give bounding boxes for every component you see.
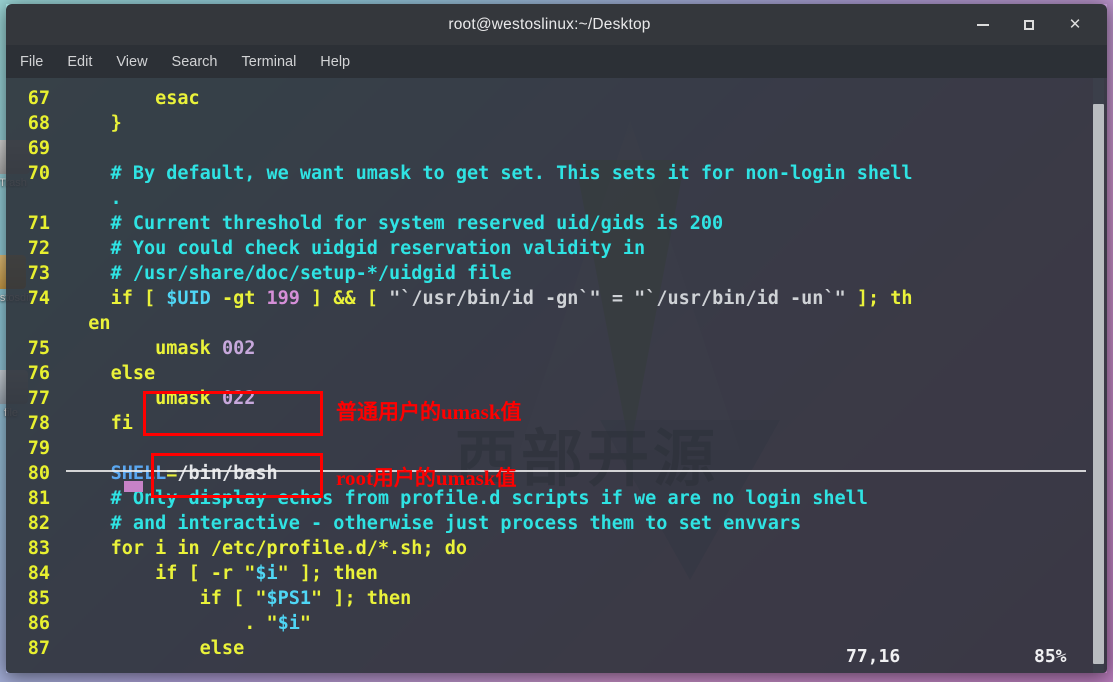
line-number: 71	[27, 213, 50, 234]
line-number: 81	[27, 488, 50, 509]
vim-buffer[interactable]: 67 esac 68 } 69 70 # By default, we want um…	[6, 84, 1107, 661]
line-number: 75	[27, 338, 50, 359]
code-text[interactable]: if [ "$PS1" ]; then	[64, 586, 1107, 611]
terminal-window: root@westoslinux:~/Desktop ✕ File Edit V…	[6, 4, 1107, 673]
terminal-content[interactable]: 67 esac 68 } 69 70 # By default, we want um…	[6, 78, 1107, 673]
annotation-label-root-user: root用户的umask值	[336, 466, 517, 490]
menu-item-terminal[interactable]: Terminal	[242, 54, 297, 70]
code-line[interactable]: 83 for i in /etc/profile.d/*.sh; do	[6, 536, 1107, 561]
window-controls: ✕	[973, 15, 1107, 35]
code-text[interactable]: esac	[64, 86, 1107, 111]
minimize-button[interactable]	[973, 15, 993, 35]
line-number: 80	[27, 463, 50, 484]
code-text[interactable]: umask 002	[64, 336, 1107, 361]
code-line[interactable]: 74 if [ $UID -gt 199 ] && [ "`/usr/bin/i…	[6, 286, 1107, 311]
code-text[interactable]: # By default, we want umask to get set. …	[64, 161, 1107, 186]
cursor-position-indicator: 77,16	[846, 645, 901, 667]
scrollbar-thumb[interactable]	[1093, 104, 1104, 664]
code-text[interactable]: # Only display echos from profile.d scri…	[64, 486, 1107, 511]
line-number: 73	[27, 263, 50, 284]
horizontal-rule	[66, 470, 1086, 472]
code-text[interactable]: for i in /etc/profile.d/*.sh; do	[64, 536, 1107, 561]
code-text[interactable]: SHELL=/bin/bash	[64, 461, 1107, 486]
code-text[interactable]: en	[64, 311, 1107, 336]
code-line[interactable]: 84 if [ -r "$i" ]; then	[6, 561, 1107, 586]
menu-item-help[interactable]: Help	[320, 54, 350, 70]
menu-item-search[interactable]: Search	[172, 54, 218, 70]
code-line[interactable]: 78 fi	[6, 411, 1107, 436]
line-number: 85	[27, 588, 50, 609]
code-line[interactable]: 80 SHELL=/bin/bash	[6, 461, 1107, 486]
menu-item-file[interactable]: File	[20, 54, 43, 70]
code-text[interactable]: # /usr/share/doc/setup-*/uidgid file	[64, 261, 1107, 286]
code-line[interactable]: 69	[6, 136, 1107, 161]
desktop-background: 西部开源 Trash westosdir file root@westoslin…	[0, 0, 1113, 682]
code-text[interactable]: fi	[64, 411, 1107, 436]
annotation-label-normal-user: 普通用户的umask值	[336, 400, 522, 424]
code-line[interactable]: 76 else	[6, 361, 1107, 386]
line-number: 77	[27, 388, 50, 409]
line-number: 78	[27, 413, 50, 434]
code-line[interactable]: 77 umask 022	[6, 386, 1107, 411]
code-text[interactable]: }	[64, 111, 1107, 136]
menu-item-view[interactable]: View	[116, 54, 147, 70]
code-text[interactable]: # and interactive - otherwise just proce…	[64, 511, 1107, 536]
line-number: 83	[27, 538, 50, 559]
code-line[interactable]: 81 # Only display echos from profile.d s…	[6, 486, 1107, 511]
code-line[interactable]: 82 # and interactive - otherwise just pr…	[6, 511, 1107, 536]
code-line[interactable]: 68 }	[6, 111, 1107, 136]
line-number: 86	[27, 613, 50, 634]
line-number: 74	[27, 288, 50, 309]
code-text[interactable]: if [ $UID -gt 199 ] && [ "`/usr/bin/id -…	[64, 286, 1107, 311]
title-bar[interactable]: root@westoslinux:~/Desktop ✕	[6, 4, 1107, 45]
scroll-percent-indicator: 85%	[1034, 645, 1067, 667]
code-line[interactable]: 79	[6, 436, 1107, 461]
line-number: 76	[27, 363, 50, 384]
line-number: 69	[27, 138, 50, 159]
line-number: 68	[27, 113, 50, 134]
maximize-button[interactable]	[1019, 15, 1039, 35]
line-number: 84	[27, 563, 50, 584]
code-line[interactable]: 71 # Current threshold for system reserv…	[6, 211, 1107, 236]
code-line[interactable]: 85 if [ "$PS1" ]; then	[6, 586, 1107, 611]
code-text[interactable]: # You could check uidgid reservation val…	[64, 236, 1107, 261]
text-cursor	[124, 481, 143, 492]
code-line[interactable]: en	[6, 311, 1107, 336]
code-line[interactable]: 75 umask 002	[6, 336, 1107, 361]
code-text[interactable]: if [ -r "$i" ]; then	[64, 561, 1107, 586]
code-text[interactable]: umask 022	[64, 386, 1107, 411]
code-text[interactable]: # Current threshold for system reserved …	[64, 211, 1107, 236]
menu-bar: File Edit View Search Terminal Help	[6, 45, 1107, 78]
line-number: 79	[27, 438, 50, 459]
line-number: 70	[27, 163, 50, 184]
line-number: 67	[27, 88, 50, 109]
code-line[interactable]: 73 # /usr/share/doc/setup-*/uidgid file	[6, 261, 1107, 286]
window-title: root@westoslinux:~/Desktop	[448, 15, 651, 33]
code-line[interactable]: 86 . "$i"	[6, 611, 1107, 636]
code-line[interactable]: .	[6, 186, 1107, 211]
code-text[interactable]: . "$i"	[64, 611, 1107, 636]
code-text[interactable]: .	[64, 186, 1107, 211]
code-line[interactable]: 70 # By default, we want umask to get se…	[6, 161, 1107, 186]
vim-status-line: 77,16 85%	[6, 643, 1107, 669]
code-text[interactable]: else	[64, 361, 1107, 386]
code-line[interactable]: 72 # You could check uidgid reservation …	[6, 236, 1107, 261]
line-number: 82	[27, 513, 50, 534]
code-line[interactable]: 67 esac	[6, 86, 1107, 111]
close-button[interactable]: ✕	[1065, 15, 1085, 35]
menu-item-edit[interactable]: Edit	[67, 54, 92, 70]
line-number: 72	[27, 238, 50, 259]
